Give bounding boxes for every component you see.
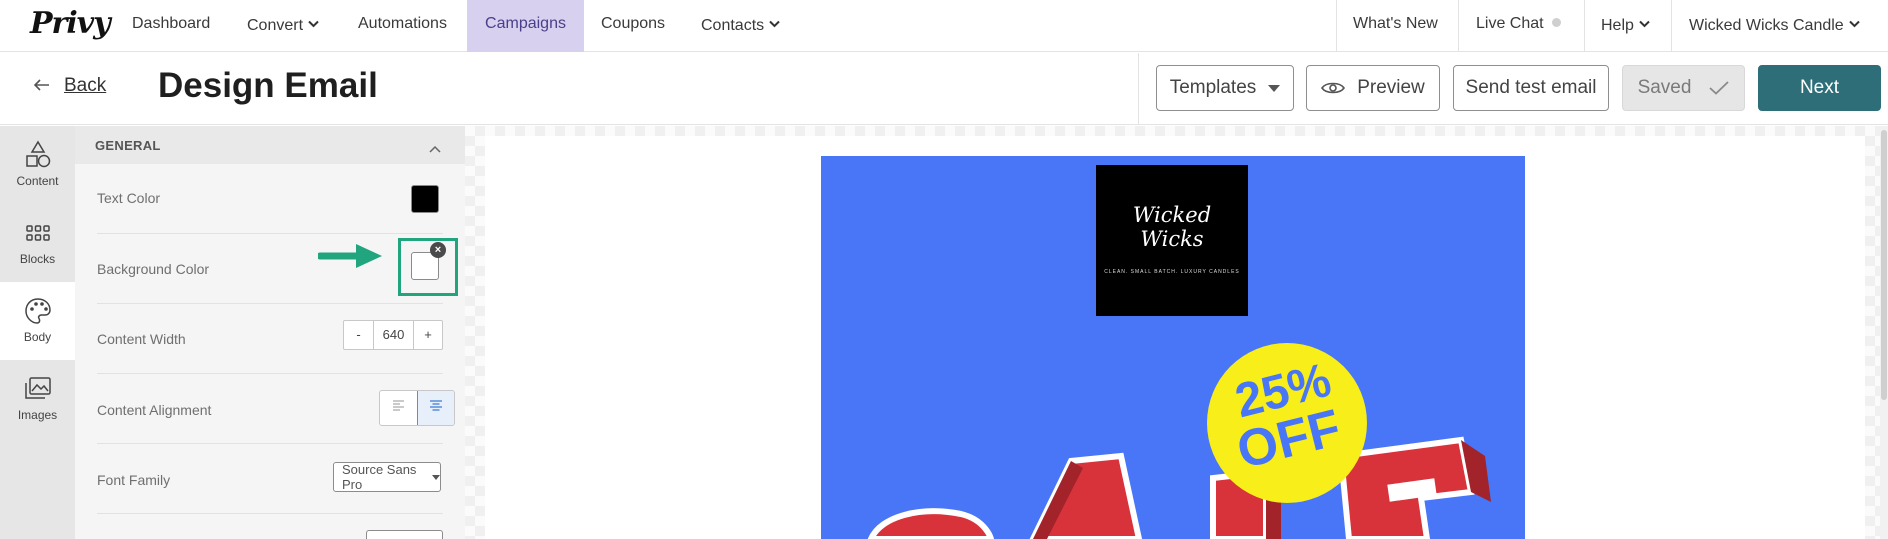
- rail-images-label: Images: [17, 408, 58, 422]
- back-label: Back: [64, 75, 107, 96]
- rail-body-label: Body: [23, 330, 52, 344]
- rail-content[interactable]: Content: [0, 126, 75, 204]
- nav-whats-new-label: What's New: [1353, 15, 1438, 32]
- nav-dashboard[interactable]: Dashboard: [132, 0, 210, 52]
- content-alignment-label: Content Alignment: [97, 402, 212, 418]
- nav-account-label: Wicked Wicks Candle: [1689, 17, 1844, 34]
- caret-down-icon: [1268, 84, 1281, 92]
- general-section-header[interactable]: GENERAL: [75, 126, 465, 164]
- header-divider: [1138, 53, 1139, 125]
- caret-down-icon: [432, 474, 440, 480]
- status-dot-icon: [1551, 18, 1561, 27]
- preview-button[interactable]: Preview: [1306, 65, 1440, 111]
- privy-logo[interactable]: Privy: [30, 6, 111, 41]
- nav-help[interactable]: Help: [1601, 0, 1650, 52]
- nav-live-chat[interactable]: Live Chat: [1476, 0, 1561, 52]
- nav-divider: [1671, 0, 1672, 52]
- editor-header: Back Design Email Templates Preview Send…: [0, 53, 1888, 125]
- rail-blocks[interactable]: Blocks: [0, 204, 75, 282]
- content-width-stepper: - 640 +: [343, 320, 443, 350]
- email-preview[interactable]: Wicked Wicks CLEAN. SMALL BATCH. LUXURY C…: [821, 156, 1525, 539]
- chevron-down-icon: [308, 0, 319, 48]
- left-rail: Content Blocks Body Images: [0, 126, 75, 539]
- settings-panel: GENERAL Text Color Background Color × Co…: [75, 126, 465, 539]
- shapes-icon: [0, 140, 75, 170]
- rail-blocks-label: Blocks: [19, 252, 56, 266]
- font-family-row: Font Family Source Sans Pro: [97, 444, 443, 514]
- back-link[interactable]: Back: [33, 75, 107, 97]
- preview-label: Preview: [1357, 77, 1425, 98]
- text-color-label: Text Color: [97, 190, 161, 206]
- font-family-value: Source Sans Pro: [342, 462, 417, 492]
- next-button[interactable]: Next: [1758, 65, 1881, 111]
- nav-convert[interactable]: Convert: [247, 0, 319, 52]
- text-color-row: Text Color: [97, 164, 443, 234]
- nav-dashboard-label: Dashboard: [132, 15, 211, 32]
- eye-icon: [1321, 81, 1346, 95]
- nav-contacts-label: Contacts: [701, 17, 765, 34]
- nav-convert-label: Convert: [247, 17, 304, 34]
- nav-live-chat-label: Live Chat: [1476, 15, 1544, 32]
- font-family-label: Font Family: [97, 472, 171, 488]
- nav-campaigns[interactable]: Campaigns: [467, 0, 584, 52]
- templates-dropdown[interactable]: Templates: [1156, 65, 1294, 111]
- content-width-input[interactable]: 640: [374, 321, 414, 349]
- nav-contacts[interactable]: Contacts: [701, 0, 780, 52]
- send-test-label: Send test email: [1465, 77, 1597, 98]
- nav-account[interactable]: Wicked Wicks Candle: [1689, 0, 1860, 52]
- palette-icon: [0, 296, 75, 326]
- background-color-row: Background Color ×: [97, 234, 458, 304]
- nav-coupons[interactable]: Coupons: [601, 0, 665, 52]
- alignment-toggle: [379, 390, 455, 426]
- section-title: GENERAL: [95, 138, 161, 153]
- nav-divider: [1584, 0, 1585, 52]
- images-icon: [0, 374, 75, 404]
- content-width-label: Content Width: [97, 331, 186, 347]
- next-setting-control[interactable]: [366, 530, 443, 539]
- saved-label: Saved: [1637, 77, 1692, 98]
- background-color-label: Background Color: [97, 261, 210, 277]
- increment-button[interactable]: +: [414, 321, 442, 349]
- next-label: Next: [1799, 77, 1840, 98]
- rail-content-label: Content: [16, 174, 59, 188]
- templates-label: Templates: [1169, 77, 1257, 98]
- nav-whats-new[interactable]: What's New: [1353, 0, 1438, 52]
- nav-campaigns-label: Campaigns: [485, 15, 566, 32]
- rail-body[interactable]: Body: [0, 282, 75, 360]
- chevron-down-icon: [1848, 0, 1860, 48]
- grid-icon: [0, 218, 75, 248]
- page-title: Design Email: [158, 66, 378, 105]
- saved-button[interactable]: Saved: [1622, 65, 1745, 111]
- align-left-button[interactable]: [380, 391, 417, 425]
- align-left-icon: [392, 399, 406, 417]
- sale-letters: [867, 436, 1491, 539]
- decrement-button[interactable]: -: [344, 321, 374, 349]
- content-width-row: Content Width - 640 +: [97, 304, 443, 374]
- align-center-button[interactable]: [417, 391, 454, 425]
- text-color-swatch[interactable]: [411, 185, 439, 213]
- chevron-down-icon: [1639, 0, 1650, 48]
- check-icon: [1709, 81, 1730, 95]
- arrow-left-icon: [33, 75, 50, 97]
- arrow-right-icon: [316, 241, 384, 276]
- top-nav: Privy Dashboard Convert Automations Camp…: [0, 0, 1888, 52]
- nav-divider: [1336, 0, 1337, 52]
- nav-coupons-label: Coupons: [601, 15, 666, 32]
- nav-automations[interactable]: Automations: [358, 0, 447, 52]
- nav-divider: [1458, 0, 1459, 52]
- rail-images[interactable]: Images: [0, 360, 75, 438]
- align-center-icon: [429, 399, 443, 417]
- chevron-up-icon: [429, 140, 441, 158]
- nav-help-label: Help: [1601, 17, 1634, 34]
- nav-automations-label: Automations: [358, 15, 447, 32]
- chevron-down-icon: [769, 0, 780, 48]
- font-family-select[interactable]: Source Sans Pro: [333, 462, 441, 492]
- send-test-email-button[interactable]: Send test email: [1453, 65, 1609, 111]
- clear-color-icon[interactable]: ×: [430, 242, 446, 258]
- content-alignment-row: Content Alignment: [97, 374, 455, 444]
- sale-graphic[interactable]: 25% OFF: [821, 156, 1525, 539]
- discount-badge: 25% OFF: [1207, 343, 1367, 503]
- canvas-scrollbar-thumb[interactable]: [1881, 130, 1887, 400]
